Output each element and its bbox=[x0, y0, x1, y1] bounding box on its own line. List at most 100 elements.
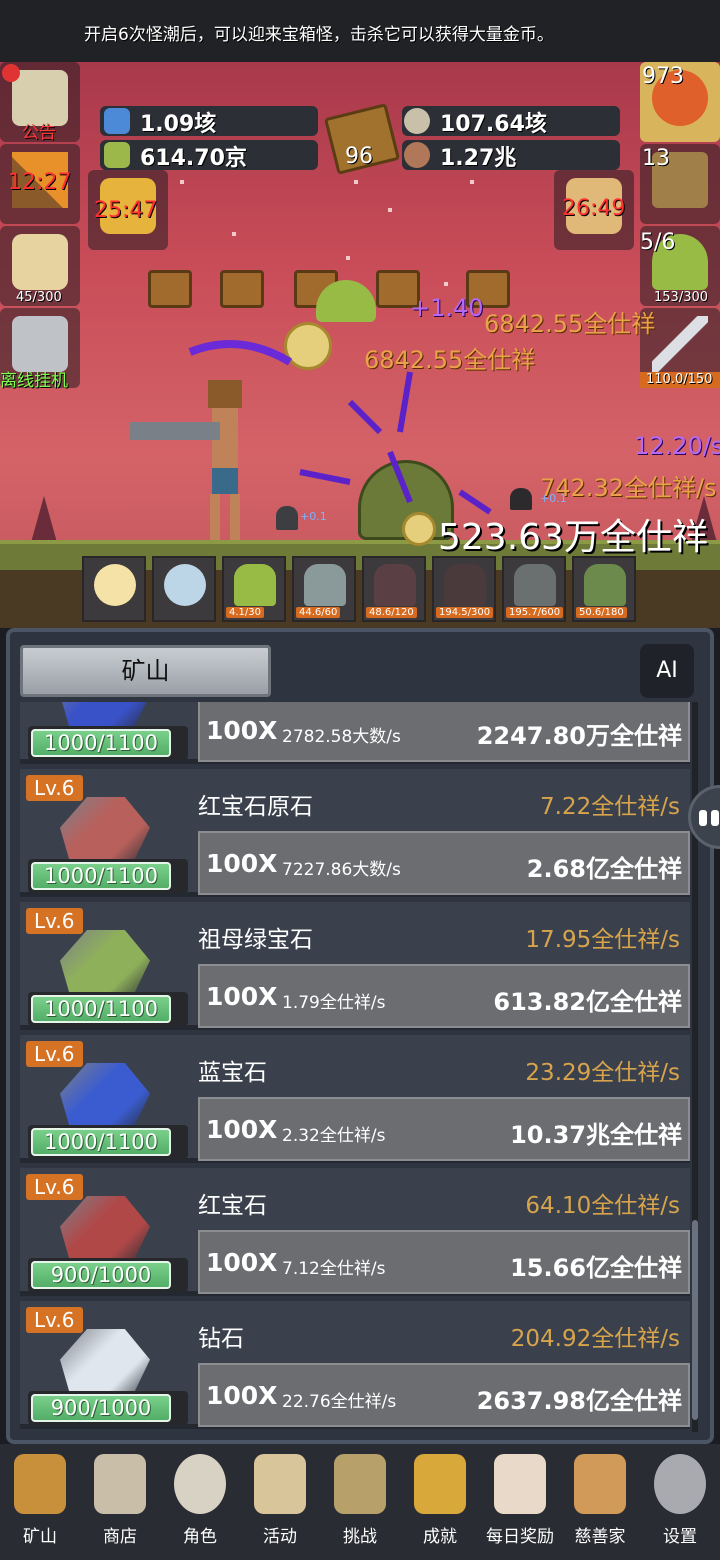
key-icon bbox=[414, 1454, 466, 1514]
tab-mine[interactable]: 矿山 bbox=[20, 645, 271, 697]
monster-icon bbox=[444, 564, 486, 606]
level-badge: Lv.6 bbox=[26, 1041, 83, 1067]
unit-slot-2[interactable] bbox=[152, 556, 216, 622]
unit-count: 195.7/600 bbox=[506, 607, 564, 618]
announcement-button[interactable]: 公告 bbox=[0, 62, 80, 143]
capacity-label: 1000/1100 bbox=[31, 862, 171, 890]
multiplier: 100X bbox=[206, 716, 278, 745]
beer-slot[interactable]: 45/300 bbox=[0, 226, 80, 306]
monster-icon bbox=[234, 564, 276, 606]
capacity-box: 900/1000 bbox=[28, 1258, 188, 1292]
unit-slot-4[interactable]: 44.6/60 bbox=[292, 556, 356, 622]
resource-4: 1.27兆 bbox=[402, 140, 620, 171]
gem-name: 红宝石 bbox=[198, 1193, 267, 1219]
gear-icon bbox=[654, 1454, 706, 1514]
sword-icon bbox=[652, 316, 708, 372]
float-number: +1.40 bbox=[410, 294, 484, 322]
nav-bread[interactable]: 慈善家 bbox=[560, 1450, 640, 1550]
ai-button[interactable]: AI bbox=[640, 644, 694, 698]
nav-lantern[interactable]: 矿山 bbox=[0, 1450, 80, 1550]
handle-icon bbox=[711, 810, 719, 826]
nav-label: 商店 bbox=[103, 1527, 137, 1547]
upgrade-button[interactable]: 100X 2782.58大数/s 2247.80万全仕祥 bbox=[198, 702, 690, 762]
nav-label: 每日奖励 bbox=[486, 1527, 554, 1547]
gem-name: 祖母绿宝石 bbox=[198, 927, 313, 953]
potion-slot[interactable]: 973 bbox=[640, 62, 720, 142]
bag-slot[interactable]: 25:47 bbox=[88, 170, 168, 250]
nav-label: 活动 bbox=[263, 1527, 297, 1547]
gem-rate: 7.22全仕祥/s bbox=[540, 794, 680, 820]
gem-row: Lv.6 900/1000 红宝石 64.10全仕祥/s 100X 7.12全仕祥/s 15… bbox=[20, 1168, 690, 1296]
nav-key[interactable]: 成就 bbox=[400, 1450, 480, 1550]
lantern-icon bbox=[14, 1454, 66, 1514]
jar-icon bbox=[104, 108, 130, 134]
upgrade-rate: 1.79全仕祥/s bbox=[282, 993, 386, 1013]
gem-row: 1000/1100 100X 2782.58大数/s 2247.80万全仕祥 bbox=[20, 702, 690, 764]
monster-icon bbox=[374, 564, 416, 606]
capacity-box: 1000/1100 bbox=[28, 726, 188, 760]
multiplier: 100X bbox=[206, 1115, 278, 1144]
torch-slot[interactable]: 12:27 bbox=[0, 144, 80, 224]
skull-icon bbox=[174, 1454, 226, 1514]
unit-slot-7[interactable]: 195.7/600 bbox=[502, 556, 566, 622]
slime-slot[interactable]: 5/6 153/300 bbox=[640, 226, 720, 306]
gem-row: Lv.6 1000/1100 红宝石原石 7.22全仕祥/s 100X 7227.86大数… bbox=[20, 769, 690, 897]
upgrade-button[interactable]: 100X 1.79全仕祥/s 613.82亿全仕祥 bbox=[198, 964, 690, 1028]
unit-count: 44.6/60 bbox=[296, 607, 341, 618]
gem-rate: 204.92全仕祥/s bbox=[510, 1326, 680, 1352]
gem-rate: 64.10全仕祥/s bbox=[525, 1193, 680, 1219]
unit-slot-3[interactable]: 4.1/30 bbox=[222, 556, 286, 622]
scroll-icon bbox=[254, 1454, 306, 1514]
gem-list[interactable]: 1000/1100 100X 2782.58大数/s 2247.80万全仕祥 Lv.6 1… bbox=[20, 702, 700, 1432]
wrench-icon bbox=[12, 316, 68, 372]
upgrade-button[interactable]: 100X 2.32全仕祥/s 10.37兆全仕祥 bbox=[198, 1097, 690, 1161]
multiplier: 100X bbox=[206, 849, 278, 878]
egg-icon bbox=[164, 564, 206, 606]
unit-count: 48.6/120 bbox=[366, 607, 417, 618]
bag-timer: 25:47 bbox=[94, 198, 158, 223]
chest-slot[interactable]: 13 bbox=[640, 144, 720, 224]
shell-icon bbox=[94, 1454, 146, 1514]
scroll-thumb[interactable] bbox=[692, 1220, 698, 1420]
upgrade-button[interactable]: 100X 22.76全仕祥/s 2637.98亿全仕祥 bbox=[198, 1363, 690, 1427]
gem-name: 蓝宝石 bbox=[198, 1060, 267, 1086]
upgrade-button[interactable]: 100X 7.12全仕祥/s 15.66亿全仕祥 bbox=[198, 1230, 690, 1294]
gem-row: Lv.6 1000/1100 蓝宝石 23.29全仕祥/s 100X 2.32全仕祥/s 1… bbox=[20, 1035, 690, 1163]
gem-icon bbox=[60, 1329, 150, 1397]
dps-text: 12.20/s bbox=[634, 432, 720, 460]
torch-timer: 12:27 bbox=[8, 170, 72, 195]
capacity-box: 1000/1100 bbox=[28, 992, 188, 1026]
unit-count: 50.6/180 bbox=[576, 607, 627, 618]
nav-skull[interactable]: 角色 bbox=[160, 1450, 240, 1550]
offline-label: 离线挂机 bbox=[0, 371, 68, 391]
resource-2-value: 614.70京 bbox=[140, 146, 247, 171]
level-badge: Lv.6 bbox=[26, 908, 83, 934]
offline-button[interactable]: 离线挂机 bbox=[0, 308, 80, 391]
level-badge: Lv.6 bbox=[26, 775, 83, 801]
nav-map[interactable]: 挑战 bbox=[320, 1450, 400, 1550]
nav-shell[interactable]: 商店 bbox=[80, 1450, 160, 1550]
unit-slot-5[interactable]: 48.6/120 bbox=[362, 556, 426, 622]
upgrade-cost: 15.66亿全仕祥 bbox=[510, 1254, 682, 1282]
unit-slot-1[interactable] bbox=[82, 556, 146, 622]
level-badge: Lv.6 bbox=[26, 1174, 83, 1200]
monster-icon bbox=[304, 564, 346, 606]
capacity-box: 900/1000 bbox=[28, 1391, 188, 1425]
upgrade-rate: 7227.86大数/s bbox=[282, 860, 401, 880]
unit-slot-8[interactable]: 50.6/180 bbox=[572, 556, 636, 622]
tiny-float: +0.1 bbox=[540, 492, 567, 505]
bread-slot[interactable]: 26:49 bbox=[554, 170, 634, 250]
multiplier: 100X bbox=[206, 1381, 278, 1410]
announcement-label: 公告 bbox=[22, 123, 56, 143]
nav-gear[interactable]: 设置 bbox=[640, 1450, 720, 1550]
upgrade-cost: 2637.98亿全仕祥 bbox=[476, 1387, 682, 1415]
bread-timer: 26:49 bbox=[562, 196, 626, 221]
nav-envelope[interactable]: 每日奖励 bbox=[480, 1450, 560, 1550]
capacity-label: 1000/1100 bbox=[31, 1128, 171, 1156]
upgrade-rate: 2782.58大数/s bbox=[282, 727, 401, 747]
multiplier: 100X bbox=[206, 1248, 278, 1277]
tiny-float: +0.1 bbox=[300, 510, 327, 523]
nav-scroll[interactable]: 活动 bbox=[240, 1450, 320, 1550]
unit-slot-6[interactable]: 194.5/300 bbox=[432, 556, 496, 622]
upgrade-button[interactable]: 100X 7227.86大数/s 2.68亿全仕祥 bbox=[198, 831, 690, 895]
